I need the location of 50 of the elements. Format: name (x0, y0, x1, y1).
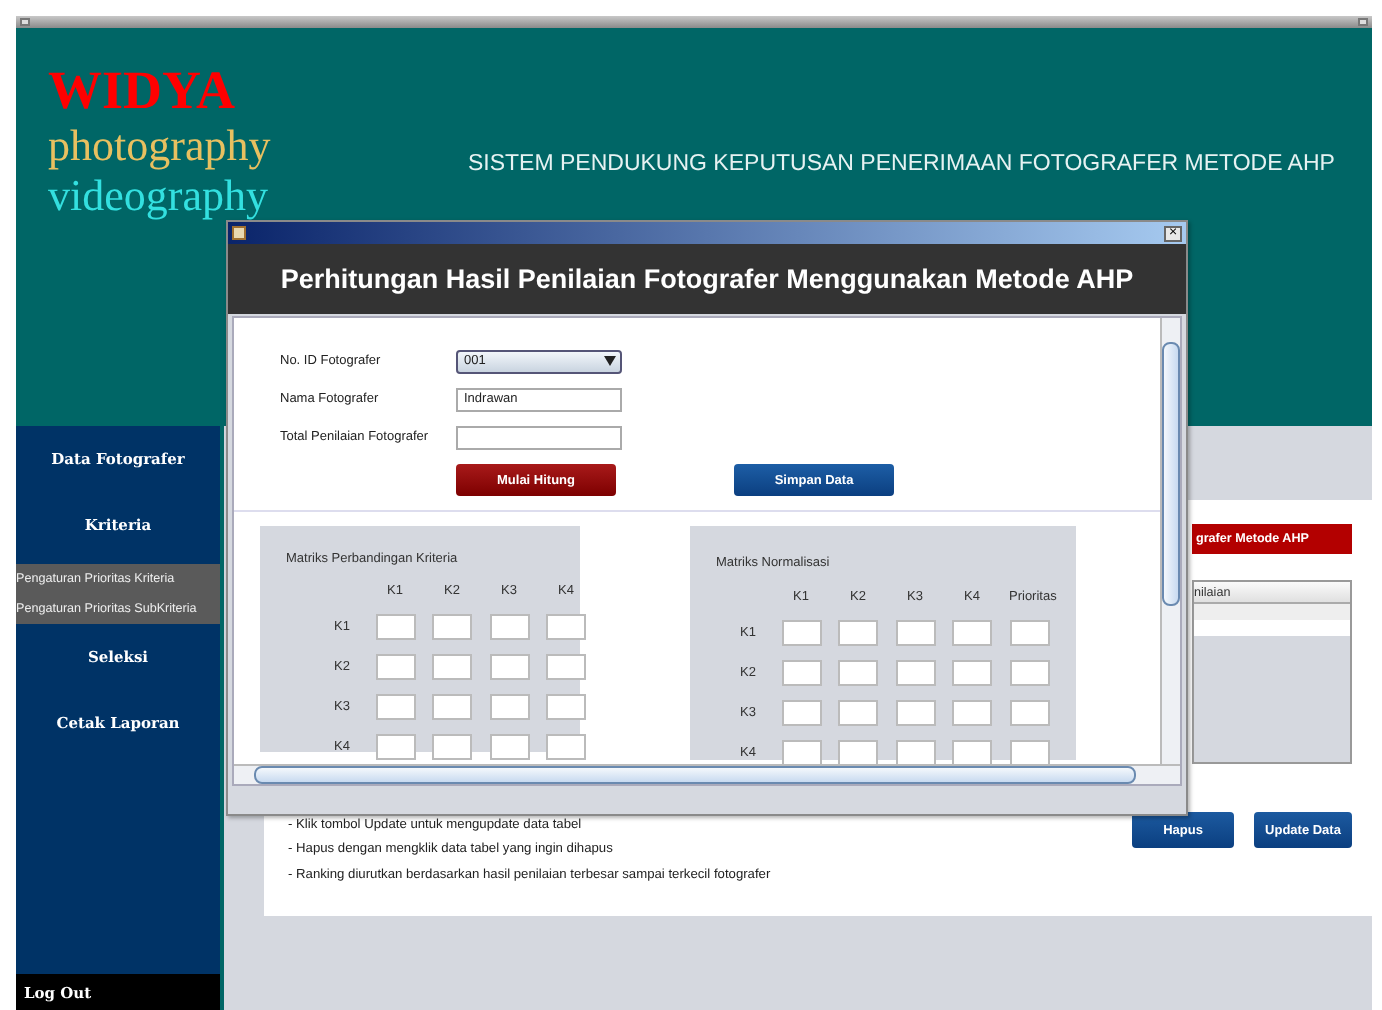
input-field[interactable] (456, 425, 622, 449)
matrix-input[interactable] (952, 660, 992, 686)
matrix-input[interactable] (781, 660, 821, 686)
logo-brand: WIDYA (48, 60, 236, 120)
logo-tagline: photography (48, 120, 271, 170)
matrix-input[interactable] (375, 694, 415, 720)
matrix-input[interactable] (546, 614, 586, 640)
dialog-title: Perhitungan Hasil Penilaian Fotografer Menggunakan Metode AHP (228, 244, 1186, 314)
matrix-input[interactable] (489, 654, 529, 680)
matrix-input[interactable] (781, 740, 821, 764)
matrix-input[interactable] (952, 700, 992, 726)
table-row[interactable] (1194, 604, 1350, 620)
matrix-input[interactable] (432, 614, 472, 640)
horizontal-scrollbar[interactable] (234, 764, 1180, 784)
matrix-input[interactable] (895, 620, 935, 646)
matrix-input[interactable] (489, 734, 529, 760)
app-title: SISTEM PENDUKUNG KEPUTUSAN PENERIMAAN FOTOGRAFER METODE AHP (468, 152, 1335, 176)
matrix-input[interactable] (546, 734, 586, 760)
matrix-input[interactable] (489, 694, 529, 720)
matrix-input[interactable] (781, 700, 821, 726)
logo-tagline: videography (48, 170, 268, 220)
matrix-input[interactable] (489, 614, 529, 640)
matrix-input[interactable] (375, 654, 415, 680)
matrix-input[interactable] (952, 740, 992, 764)
matrix-input[interactable] (546, 694, 586, 720)
matrix-input[interactable] (1009, 740, 1049, 764)
matrix-input[interactable] (1009, 660, 1049, 686)
matrix-input[interactable] (546, 654, 586, 680)
vertical-scrollbar[interactable] (1160, 318, 1180, 764)
caret-icon (604, 356, 616, 366)
matrix-input[interactable] (1009, 700, 1049, 726)
matrix-input[interactable] (432, 654, 472, 680)
matrix-input[interactable] (1009, 620, 1049, 646)
matrix-input[interactable] (838, 620, 878, 646)
matrix-input[interactable] (375, 614, 415, 640)
app-icon (232, 226, 246, 240)
app-icon (20, 18, 30, 26)
matrix-input[interactable] (838, 740, 878, 764)
table-row[interactable] (1194, 620, 1350, 636)
matrix-input[interactable] (838, 700, 878, 726)
window-controls-icon[interactable] (1358, 18, 1368, 26)
matrix-input[interactable] (375, 734, 415, 760)
matrix-input[interactable] (432, 694, 472, 720)
matrix-input[interactable] (838, 660, 878, 686)
matrix-input[interactable] (895, 740, 935, 764)
matrix-input[interactable] (432, 734, 472, 760)
matrix-input[interactable] (952, 620, 992, 646)
matrix-input[interactable] (895, 660, 935, 686)
matrix-input[interactable] (781, 620, 821, 646)
matrix-input[interactable] (895, 700, 935, 726)
